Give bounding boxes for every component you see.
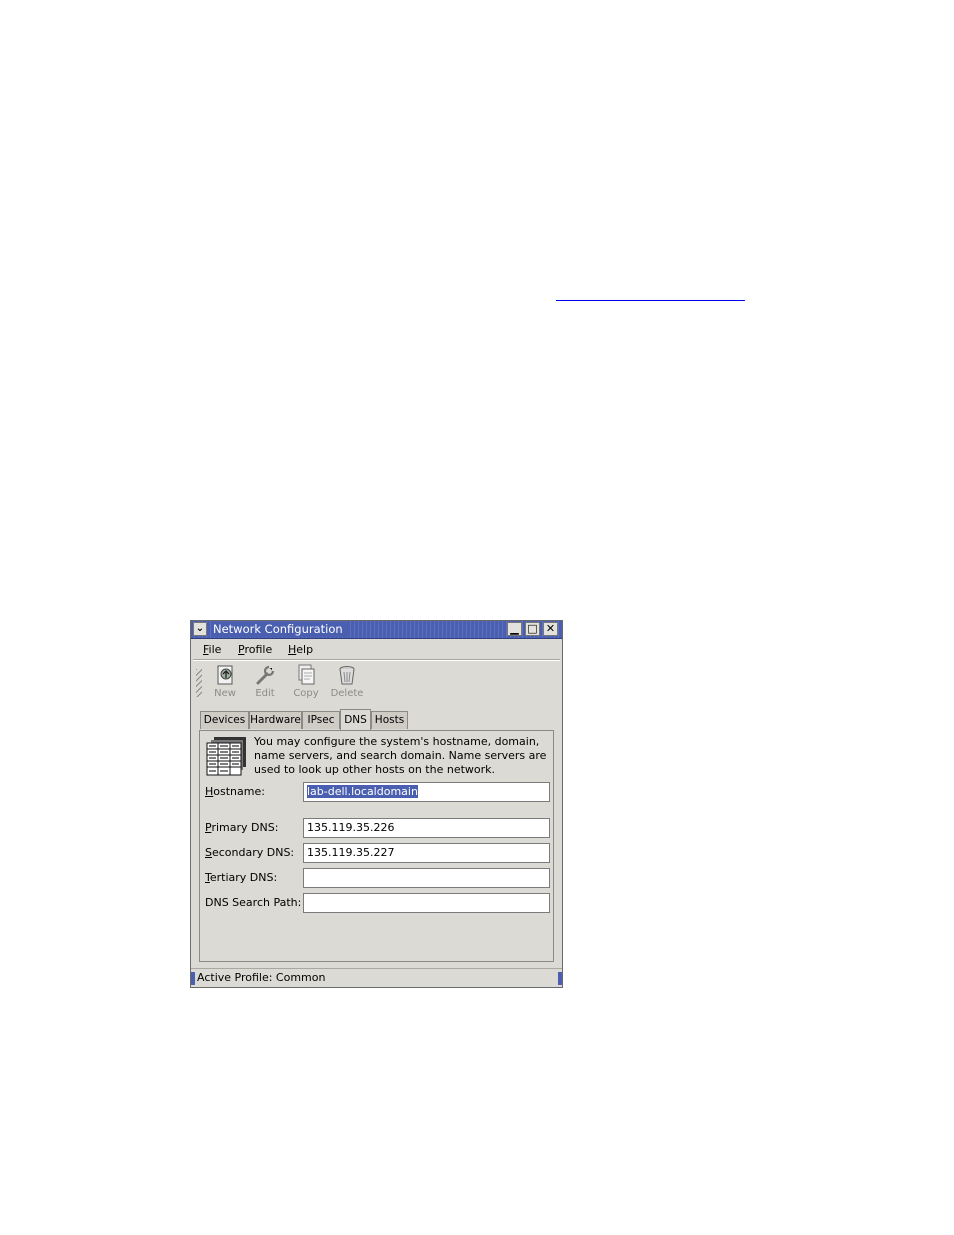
network-configuration-window: ⌄ Network Configuration ▁ □ ✕ File Profi…	[190, 620, 563, 988]
toolbar-grip-handle[interactable]	[196, 669, 202, 697]
menu-file-rest: ile	[208, 643, 222, 656]
edit-button[interactable]: Edit	[245, 664, 285, 702]
tertiary-dns-label: Tertiary DNS:	[205, 871, 278, 884]
menu-file[interactable]: File	[203, 643, 221, 657]
tab-hosts-label: Hosts	[374, 714, 405, 726]
dns-search-path-label: DNS Search Path:	[205, 896, 302, 909]
trash-icon	[339, 666, 355, 685]
copy-button[interactable]: Copy	[286, 664, 326, 702]
edit-label: Edit	[255, 688, 275, 699]
delete-button[interactable]: Delete	[327, 664, 367, 702]
hostname-label-rest: ostname:	[213, 785, 265, 798]
close-button[interactable]: ✕	[543, 622, 558, 636]
menu-profile[interactable]: Profile	[238, 643, 272, 657]
tab-hardware-label: Hardware	[250, 714, 301, 726]
menu-bar: File Profile Help	[191, 639, 562, 660]
active-profile-status: Active Profile: Common	[197, 971, 326, 984]
dns-table-icon	[206, 737, 246, 776]
dns-panel: You may configure the system's hostname,…	[199, 730, 554, 962]
new-button[interactable]: New	[205, 664, 245, 702]
status-bar: Active Profile: Common	[191, 968, 562, 987]
wrench-icon	[256, 665, 275, 685]
dns-description: You may configure the system's hostname,…	[254, 735, 547, 776]
tab-ipsec-label: IPsec	[307, 714, 335, 726]
new-label: New	[214, 688, 236, 699]
secondary-dns-label-rest: econdary DNS:	[211, 846, 295, 859]
tab-devices-label: Devices	[203, 714, 246, 726]
tab-hosts[interactable]: Hosts	[371, 711, 408, 729]
document-hyperlink[interactable]	[556, 286, 745, 301]
minimize-button[interactable]: ▁	[507, 622, 522, 636]
secondary-dns-label: Secondary DNS:	[205, 846, 295, 859]
tertiary-dns-label-rest: ertiary DNS:	[209, 871, 278, 884]
tertiary-dns-field[interactable]	[303, 868, 550, 888]
tab-hardware[interactable]: Hardware	[249, 711, 302, 729]
hostname-label: Hostname:	[205, 785, 265, 798]
tab-dns-label: DNS	[344, 714, 367, 726]
title-bar[interactable]: ⌄ Network Configuration ▁ □ ✕	[191, 621, 562, 639]
hostname-field[interactable]: lab-dell.localdomain	[303, 782, 550, 802]
menu-profile-rest: rofile	[244, 643, 273, 656]
window-menu-button[interactable]: ⌄	[193, 622, 207, 636]
secondary-dns-field[interactable]: 135.119.35.227	[303, 843, 550, 863]
status-edge-right	[558, 972, 562, 985]
window-title: Network Configuration	[213, 622, 349, 637]
menu-help[interactable]: Help	[288, 643, 313, 657]
delete-label: Delete	[330, 688, 364, 699]
copy-icon	[298, 664, 315, 685]
primary-dns-label-rest: rimary DNS:	[211, 821, 279, 834]
menu-help-rest: elp	[296, 643, 314, 656]
hostname-value: lab-dell.localdomain	[307, 785, 418, 798]
status-edge-left	[191, 972, 195, 985]
toolbar: New Edit Copy Delete	[191, 661, 562, 703]
new-icon	[217, 665, 233, 685]
copy-label: Copy	[293, 688, 319, 699]
maximize-button[interactable]: □	[525, 622, 540, 636]
primary-dns-label: Primary DNS:	[205, 821, 279, 834]
primary-dns-field[interactable]: 135.119.35.226	[303, 818, 550, 838]
tab-dns[interactable]: DNS	[340, 709, 371, 730]
tab-devices[interactable]: Devices	[200, 711, 249, 729]
dns-search-path-field[interactable]	[303, 893, 550, 913]
tab-ipsec[interactable]: IPsec	[302, 711, 340, 729]
